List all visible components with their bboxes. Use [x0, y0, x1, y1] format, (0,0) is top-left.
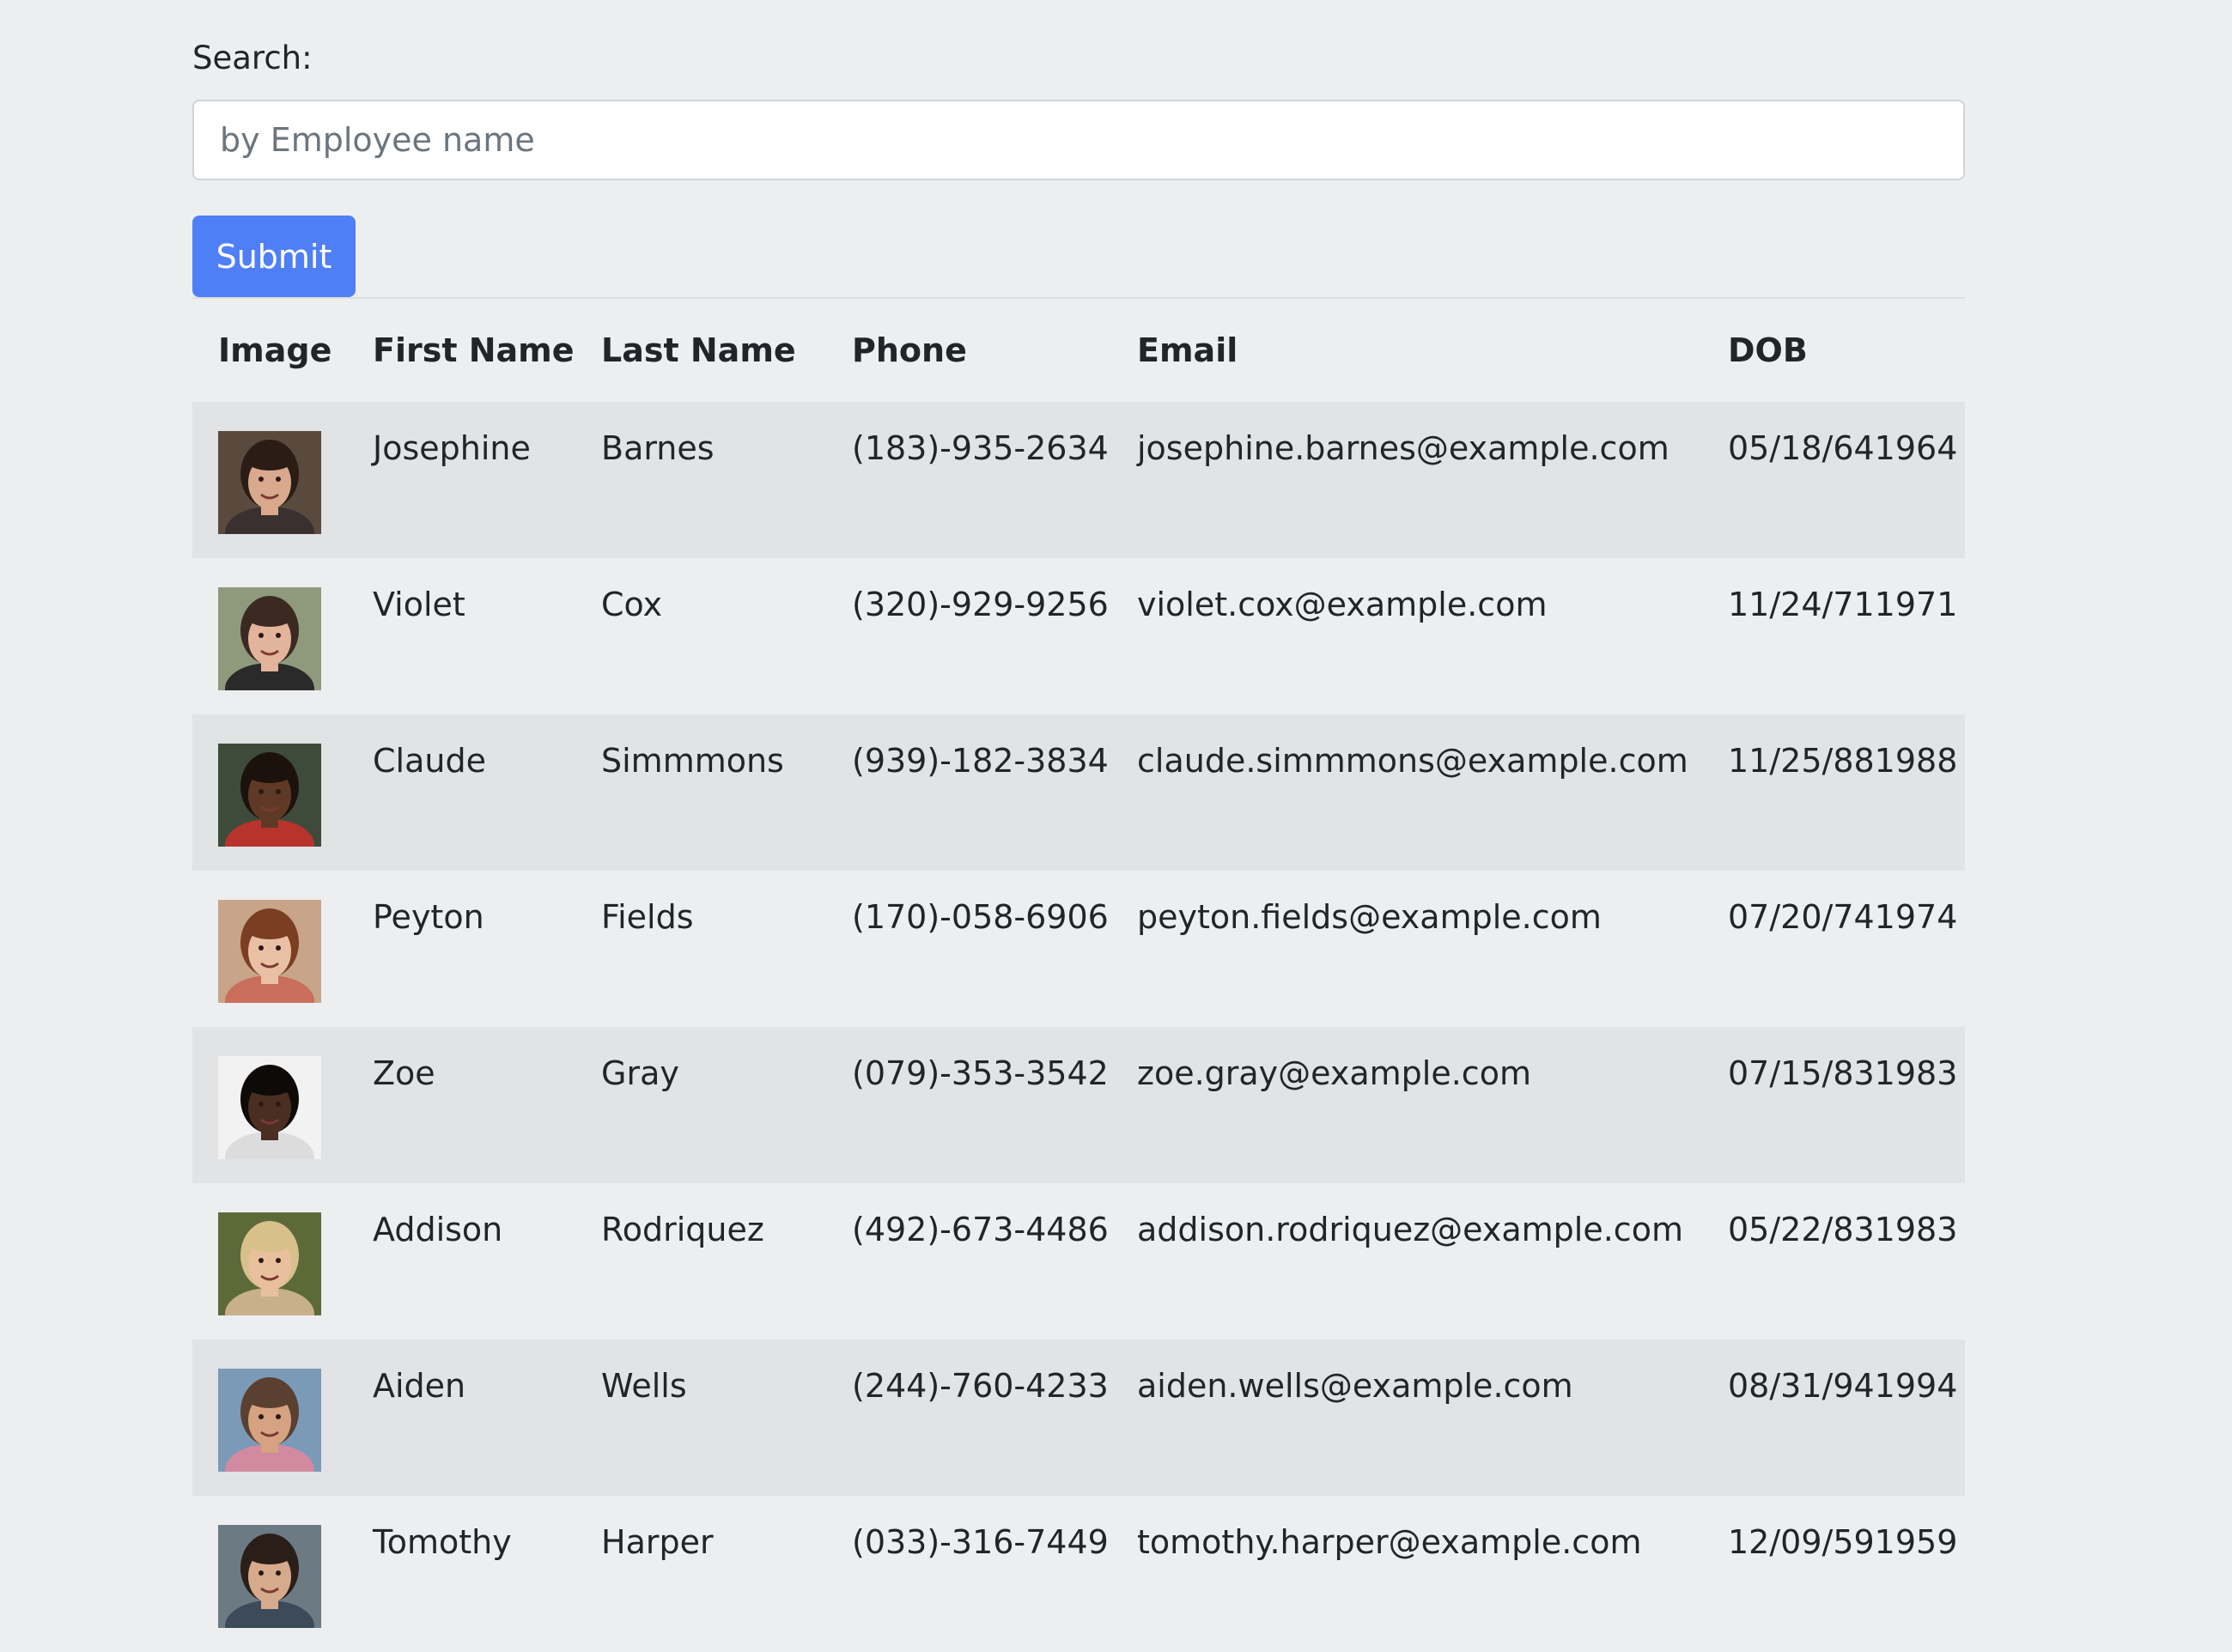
- cell-phone: (244)-760-4233: [826, 1339, 1111, 1496]
- cell-dob: 05/18/641964: [1702, 402, 1965, 558]
- cell-dob: 07/15/831983: [1702, 1027, 1965, 1183]
- employee-photo: [218, 1369, 321, 1472]
- cell-image: [192, 1339, 347, 1496]
- table-row: Peyton Fields (170)-058-6906 peyton.fields@…: [192, 871, 1965, 1027]
- column-header-email[interactable]: Email: [1111, 299, 1702, 402]
- employee-photo: [218, 900, 321, 1003]
- cell-dob: 08/31/941994: [1702, 1339, 1965, 1496]
- cell-last-name: Rodriquez: [601, 1211, 764, 1248]
- table-row: Addison Rodriquez (492)-673-4486 addison.ro…: [192, 1183, 1965, 1339]
- cell-phone: (492)-673-4486: [852, 1211, 1109, 1248]
- employee-photo: [218, 1525, 321, 1628]
- cell-dob: 05/22/831983: [1728, 1211, 1958, 1248]
- table-body: Josephine Barnes (183)-935-2634 josephine.b…: [192, 402, 1965, 1652]
- employee-photo: [218, 744, 321, 847]
- cell-first-name: Aiden: [347, 1339, 575, 1496]
- cell-last-name: Barnes: [575, 402, 826, 558]
- cell-last-name: Gray: [575, 1027, 826, 1183]
- employee-photo: [218, 1212, 321, 1315]
- cell-first-name: Addison: [373, 1211, 503, 1248]
- cell-phone: (939)-182-3834: [826, 714, 1111, 871]
- cell-image: [192, 714, 347, 871]
- cell-email: peyton.fields@example.com: [1137, 898, 1602, 936]
- cell-email: addison.rodriquez@example.com: [1137, 1211, 1683, 1248]
- table-row: Claude Simmmons (939)-182-3834 claude.simmm…: [192, 714, 1965, 871]
- cell-first-name: Violet: [373, 586, 465, 623]
- table-row: Josephine Barnes (183)-935-2634 josephine.b…: [192, 402, 1965, 558]
- employee-table-wrapper: Image First Name Last Name Phone Email D…: [192, 297, 1965, 1652]
- table-row: Aiden Wells (244)-760-4233 aiden.wells@exam…: [192, 1339, 1965, 1496]
- cell-phone: (320)-929-9256: [852, 586, 1109, 623]
- table-header-row: Image First Name Last Name Phone Email D…: [192, 299, 1965, 402]
- cell-first-name: Tomothy: [373, 1523, 512, 1561]
- table-row: Tomothy Harper (033)-316-7449 tomothy.harpe…: [192, 1496, 1965, 1652]
- cell-image: [192, 402, 347, 558]
- cell-last-name: Fields: [601, 898, 694, 936]
- column-header-first-name[interactable]: First Name: [347, 299, 575, 402]
- employee-photo: [218, 431, 321, 534]
- cell-first-name: Josephine: [347, 402, 575, 558]
- cell-last-name: Simmmons: [575, 714, 826, 871]
- cell-image: [192, 1027, 347, 1183]
- cell-phone: (079)-353-3542: [826, 1027, 1111, 1183]
- column-header-dob[interactable]: DOB: [1702, 299, 1965, 402]
- cell-first-name: Claude: [347, 714, 575, 871]
- cell-last-name: Cox: [601, 586, 663, 623]
- cell-email: josephine.barnes@example.com: [1111, 402, 1702, 558]
- cell-dob: 11/25/881988: [1702, 714, 1965, 871]
- column-header-phone[interactable]: Phone: [826, 299, 1111, 402]
- cell-last-name: Harper: [601, 1523, 714, 1561]
- employee-table: Image First Name Last Name Phone Email D…: [192, 299, 1965, 1652]
- cell-email: tomothy.harper@example.com: [1137, 1523, 1642, 1561]
- search-input[interactable]: [192, 100, 1965, 180]
- cell-image: [192, 1183, 347, 1339]
- column-header-image[interactable]: Image: [192, 299, 347, 402]
- employee-photo: [218, 1056, 321, 1159]
- cell-email: aiden.wells@example.com: [1111, 1339, 1702, 1496]
- cell-dob: 07/20/741974: [1728, 898, 1958, 936]
- cell-phone: (033)-316-7449: [852, 1523, 1109, 1561]
- table-row: Zoe Gray (079)-353-3542 zoe.gray@example.co…: [192, 1027, 1965, 1183]
- submit-button[interactable]: Submit: [192, 216, 356, 297]
- cell-dob: 12/09/591959: [1728, 1523, 1958, 1561]
- table-row: Violet Cox (320)-929-9256 violet.cox@exampl…: [192, 558, 1965, 714]
- column-header-last-name[interactable]: Last Name: [575, 299, 826, 402]
- cell-email: zoe.gray@example.com: [1111, 1027, 1702, 1183]
- cell-phone: (170)-058-6906: [852, 898, 1109, 936]
- cell-email: claude.simmmons@example.com: [1111, 714, 1702, 871]
- search-label: Search:: [192, 39, 313, 76]
- cell-last-name: Wells: [575, 1339, 826, 1496]
- cell-first-name: Peyton: [373, 898, 484, 936]
- cell-image: [192, 871, 347, 1027]
- table-header: Image First Name Last Name Phone Email D…: [192, 299, 1965, 402]
- cell-email: violet.cox@example.com: [1137, 586, 1548, 623]
- employee-photo: [218, 587, 321, 690]
- cell-image: [192, 558, 347, 714]
- cell-first-name: Zoe: [347, 1027, 575, 1183]
- cell-image: [192, 1496, 347, 1652]
- cell-dob: 11/24/711971: [1728, 586, 1958, 623]
- cell-phone: (183)-935-2634: [826, 402, 1111, 558]
